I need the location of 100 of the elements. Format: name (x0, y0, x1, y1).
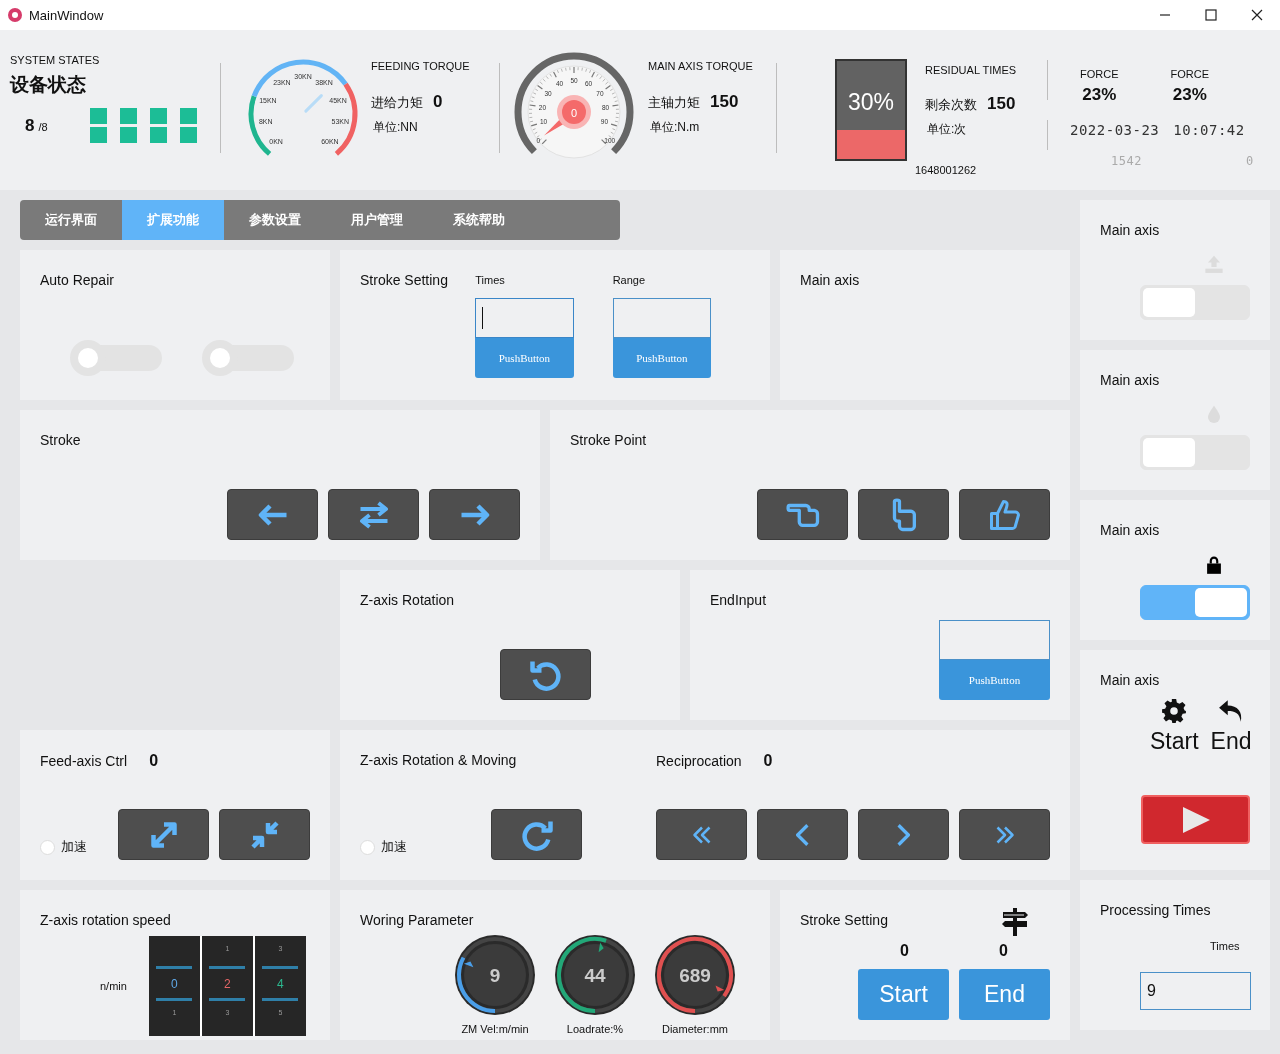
dial-label: Diameter:mm (662, 1023, 728, 1035)
chevron-right-icon (897, 822, 910, 847)
field-label: Times (1210, 940, 1241, 952)
field-label: Times (475, 273, 506, 286)
dial-label: Loadrate:% (566, 1023, 624, 1035)
pointing-hand-icon (785, 502, 820, 527)
radio-button[interactable]: 加速 (360, 838, 407, 860)
counter-value: 0 (998, 942, 1008, 960)
counter-value: 0 (900, 942, 909, 960)
panel-title: Auto Repair (40, 272, 115, 288)
panel-title: Main axis (800, 272, 861, 288)
tab[interactable]: 用户管理 (326, 200, 428, 240)
toggle-switch[interactable] (70, 340, 162, 376)
counter-value: 0 (763, 752, 773, 770)
radio-button[interactable]: 加速 (40, 838, 87, 860)
app-icon (8, 8, 22, 22)
icon-button[interactable] (858, 809, 949, 860)
icon-button[interactable] (227, 489, 318, 540)
picker-value: 2 (224, 977, 231, 991)
section-label: FEEDING TORQUE (371, 60, 471, 72)
icon-button[interactable] (118, 809, 209, 860)
input-field[interactable] (475, 298, 574, 338)
picker-value: 0 (171, 977, 178, 991)
icon-button[interactable] (491, 809, 582, 860)
time-display: 10:07:42 (1173, 122, 1245, 138)
section-label: MAIN AXIS TORQUE (648, 60, 754, 72)
icon-button[interactable] (219, 809, 310, 860)
tab[interactable]: 参数设置 (224, 200, 326, 240)
tab[interactable]: 运行界面 (20, 200, 122, 240)
force-label: FORCE (1080, 68, 1119, 80)
icon-button[interactable] (500, 649, 591, 700)
start-button[interactable]: Start (858, 969, 949, 1020)
section-title: 设备状态 (10, 72, 87, 97)
push-button[interactable]: PushButton (612, 338, 711, 378)
panel-title: Stroke (40, 432, 82, 448)
start-label: Start (1150, 728, 1199, 755)
unit-label: 单位:次 (926, 121, 968, 138)
panel-title: EndInput (710, 592, 768, 608)
date-display: 2022-03-23 (1070, 122, 1160, 138)
icon-button[interactable] (757, 489, 848, 540)
force-label: FORCE (1170, 68, 1209, 80)
tab[interactable]: 扩展功能 (122, 200, 224, 240)
tab[interactable]: 系统帮助 (428, 200, 530, 240)
unit-label: n/min (100, 980, 127, 992)
panel-title: Feed-axis Ctrl (40, 753, 128, 769)
count-total: /8 (38, 120, 48, 133)
pointing-hand-icon (891, 497, 916, 532)
level-reading: 30% (846, 87, 895, 117)
gauge-needle (304, 94, 323, 113)
panel-title: Main axis (1100, 672, 1161, 688)
counter-display: 0 (1245, 154, 1254, 168)
play-icon (1180, 805, 1211, 834)
input-field[interactable] (612, 298, 711, 338)
input-field[interactable] (939, 620, 1050, 660)
toggle-switch[interactable] (1140, 584, 1250, 620)
icon-button[interactable] (858, 489, 949, 540)
dial-value: 44 (584, 965, 606, 986)
play-button[interactable] (1141, 795, 1250, 844)
reading-value: 0 (433, 92, 443, 112)
icon-button[interactable] (429, 489, 520, 540)
section-title: Reciprocation (656, 753, 742, 769)
panel-title: Stroke Setting (360, 272, 449, 288)
force-value: 23% (1171, 85, 1208, 105)
chevron-left-icon (796, 822, 809, 847)
icon-button[interactable] (328, 489, 419, 540)
panel-title: Stroke Setting (800, 912, 888, 928)
push-button[interactable]: PushButton (939, 660, 1050, 700)
unit-label: 单位:NN (372, 119, 419, 136)
icon-button[interactable] (656, 809, 747, 860)
section-label: RESIDUAL TIMES (925, 64, 1018, 76)
section-label: SYSTEM STATES (10, 54, 101, 66)
counter-value: 0 (149, 752, 159, 770)
input-field[interactable]: 9 (1140, 972, 1251, 1010)
toggle-switch[interactable] (202, 340, 294, 376)
force-value: 23% (1081, 85, 1118, 105)
panel-title: Main axis (1100, 522, 1161, 538)
gauge-reading: 0 (570, 106, 578, 119)
panel-title: Stroke Point (570, 432, 648, 448)
maximize-icon[interactable] (1205, 9, 1217, 21)
reading-label: 主轴力矩 (648, 94, 700, 112)
icon-button[interactable] (757, 809, 848, 860)
reading-label: 剩余次数 (925, 96, 977, 114)
icon-button[interactable] (959, 809, 1050, 860)
close-icon[interactable] (1251, 9, 1263, 21)
end-button[interactable]: End (959, 969, 1050, 1020)
gear-icon (1161, 698, 1188, 724)
panel-title: Main axis (1100, 222, 1161, 238)
timestamp: 1648001262 (915, 164, 978, 176)
push-button[interactable]: PushButton (475, 338, 574, 378)
panel-title: Z-axis Rotation (360, 592, 456, 608)
panel-title: Z-axis Rotation & Moving (360, 752, 518, 768)
counter-display: 1542 (1111, 154, 1142, 168)
field-label: Range (612, 273, 647, 286)
dial-value: 689 (679, 965, 711, 986)
panel-title: Z-axis rotation speed (40, 912, 172, 928)
dial-label: ZM Vel:m/min (461, 1023, 529, 1035)
reading-value: 150 (987, 94, 1016, 114)
end-label: End (1210, 728, 1252, 755)
unit-label: 单位:N.m (649, 119, 701, 136)
icon-button[interactable] (959, 489, 1050, 540)
